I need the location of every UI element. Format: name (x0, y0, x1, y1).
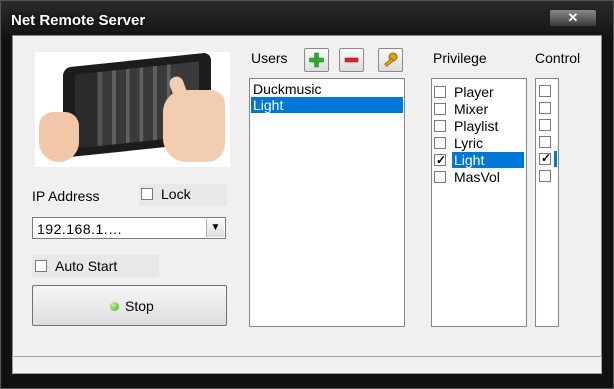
user-password-button[interactable] (378, 48, 403, 72)
control-checkbox[interactable] (539, 85, 551, 97)
minus-icon (344, 57, 359, 63)
lock-label: Lock (161, 186, 191, 202)
client-area: IP Address Lock 192.168.1.… ▼ Auto Start… (12, 35, 602, 373)
status-bar (12, 356, 602, 374)
privilege-checkbox[interactable]: ✓ (434, 153, 447, 167)
auto-start-label: Auto Start (55, 258, 118, 274)
privilege-label: Light (452, 152, 524, 168)
plus-icon (309, 52, 324, 68)
users-list[interactable]: Duckmusic Light (249, 78, 405, 327)
tablet-photo (35, 52, 230, 167)
privilege-checkbox[interactable] (434, 137, 446, 149)
control-checkbox[interactable] (539, 170, 551, 182)
privilege-header: Privilege (433, 50, 487, 66)
users-header: Users (251, 50, 288, 66)
stop-button-label: Stop (125, 298, 154, 314)
status-led-icon (110, 302, 119, 311)
title-bar[interactable]: Net Remote Server ✕ (1, 1, 613, 35)
privilege-label: Mixer (454, 101, 489, 117)
add-user-button[interactable] (304, 48, 329, 72)
privilege-label: Playlist (454, 118, 499, 134)
remove-user-button[interactable] (339, 48, 364, 72)
control-checkbox[interactable]: ✓ (539, 151, 552, 165)
control-checkbox[interactable] (539, 136, 551, 148)
checkmark-icon: ✓ (541, 151, 552, 165)
lock-checkbox-box[interactable] (141, 188, 153, 200)
privilege-list[interactable]: Player Mixer Playlist Lyric ✓ Light MasV… (431, 78, 527, 327)
control-checkbox[interactable] (539, 102, 551, 114)
ip-address-label: IP Address (32, 188, 100, 204)
privilege-checkbox[interactable] (434, 103, 446, 115)
control-checkbox[interactable] (539, 119, 551, 131)
checkmark-icon: ✓ (436, 153, 447, 167)
privilege-checkbox[interactable] (434, 120, 446, 132)
app-window: Net Remote Server ✕ IP Address Lock 192.… (0, 0, 614, 389)
privilege-checkbox[interactable] (434, 171, 446, 183)
auto-start-checkbox[interactable]: Auto Start (32, 255, 159, 277)
list-item[interactable]: Light (251, 97, 403, 113)
window-title: Net Remote Server (11, 12, 146, 29)
ip-address-select[interactable]: 192.168.1.… ▼ (32, 217, 226, 239)
lock-checkbox[interactable]: Lock (139, 184, 227, 206)
privilege-label: Lyric (454, 135, 484, 151)
key-icon (384, 52, 398, 67)
privilege-label: Player (454, 84, 494, 100)
auto-start-checkbox-box[interactable] (35, 260, 47, 272)
stop-button[interactable]: Stop (32, 285, 227, 326)
control-list[interactable]: ✓ (535, 78, 559, 327)
close-icon: ✕ (567, 10, 579, 25)
ip-address-value: 192.168.1.… (37, 221, 123, 237)
close-button[interactable]: ✕ (549, 9, 597, 27)
list-item[interactable]: Duckmusic (251, 81, 403, 97)
control-header: Control (535, 50, 581, 66)
dropdown-arrow-icon[interactable]: ▼ (206, 219, 224, 237)
privilege-label: MasVol (454, 169, 500, 185)
control-selection-marker (554, 151, 557, 167)
privilege-checkbox[interactable] (434, 86, 446, 98)
